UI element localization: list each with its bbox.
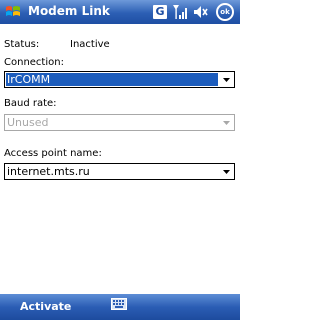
activate-softkey[interactable]: Activate xyxy=(20,300,71,313)
baud-rate-value: Unused xyxy=(7,116,49,129)
baud-rate-label: Baud rate: xyxy=(4,98,57,109)
baud-rate-dropdown: Unused xyxy=(4,114,235,131)
window-title: Modem Link xyxy=(28,4,110,18)
status-value: Inactive xyxy=(70,39,110,50)
connection-dropdown[interactable]: IrCOMM xyxy=(4,71,235,88)
access-point-label: Access point name: xyxy=(4,148,102,159)
status-label: Status: xyxy=(4,39,40,50)
ok-button[interactable]: ok xyxy=(216,3,234,21)
access-point-value: internet.mts.ru xyxy=(7,165,90,178)
connection-selected-value: IrCOMM xyxy=(6,73,218,86)
windows-flag-icon[interactable] xyxy=(4,3,22,21)
g-connection-icon[interactable]: G xyxy=(153,5,167,19)
menu-bar: Activate xyxy=(0,294,240,320)
chevron-down-icon[interactable] xyxy=(219,72,234,87)
signal-strength-icon[interactable] xyxy=(172,4,188,20)
connection-label: Connection: xyxy=(4,57,64,68)
chevron-down-icon[interactable] xyxy=(219,164,234,179)
keyboard-icon[interactable] xyxy=(111,298,127,310)
access-point-dropdown[interactable]: internet.mts.ru xyxy=(4,163,235,180)
volume-icon[interactable] xyxy=(192,4,208,20)
chevron-down-icon xyxy=(223,121,230,125)
title-bar: Modem Link G ok xyxy=(0,0,240,24)
